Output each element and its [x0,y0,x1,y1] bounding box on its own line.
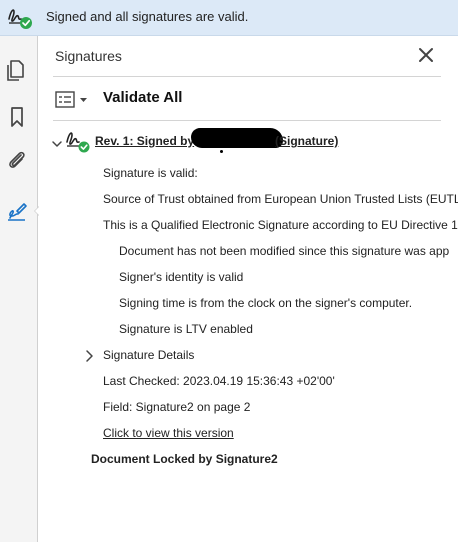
signature-status-banner: Signed and all signatures are valid. [0,0,458,36]
signature-valid-icon [66,132,90,153]
validate-all-button[interactable]: Validate All [103,89,182,106]
banner-text: Signed and all signatures are valid. [46,9,249,24]
panel-divider-top [53,76,441,77]
revision-label-suffix[interactable]: (Signature) [275,134,338,148]
signature-valid-icon [8,9,32,29]
chevron-down-icon[interactable] [51,138,63,150]
chevron-right-icon[interactable] [83,349,95,363]
close-icon[interactable] [417,46,435,64]
redaction-mark-dot [220,150,223,153]
signature-valid-text: Signature is valid: [103,166,198,180]
signature-details-toggle[interactable]: Signature Details [103,348,194,362]
field-text: Field: Signature2 on page 2 [103,400,251,414]
view-version-link[interactable]: Click to view this version [103,426,234,440]
attachment-icon[interactable] [5,148,29,172]
last-checked-text: Last Checked: 2023.04.19 15:36:43 +02'00… [103,374,335,388]
identity-valid-text: Signer's identity is valid [119,270,244,284]
document-locked-text: Document Locked by Signature2 [91,452,278,466]
ltv-enabled-text: Signature is LTV enabled [119,322,253,336]
panel-title: Signatures [55,48,122,64]
redaction-mark [191,128,283,148]
signatures-panel: Signatures Validate All Rev. 1: Signed b… [39,36,458,542]
not-modified-text: Document has not been modified since thi… [119,244,450,258]
revision-label[interactable]: Rev. 1: Signed by [95,134,194,148]
left-tool-rail [0,36,38,542]
trust-source-text: Source of Trust obtained from European U… [103,192,458,206]
signature-options-menu-icon[interactable] [55,90,95,110]
signature-pen-icon[interactable] [5,199,29,223]
signing-time-text: Signing time is from the clock on the si… [119,296,413,310]
pages-icon[interactable] [5,58,29,82]
panel-divider-toolbar [53,120,441,121]
bookmark-icon[interactable] [5,105,29,129]
qualified-signature-text: This is a Qualified Electronic Signature… [103,218,458,232]
